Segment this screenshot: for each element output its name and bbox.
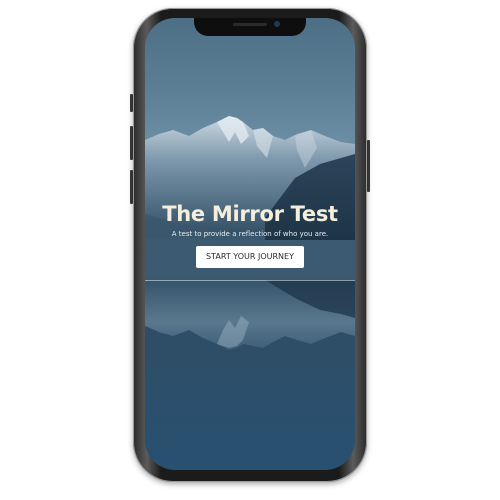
front-camera xyxy=(274,21,280,27)
hero-section: The Mirror Test A test to provide a refl… xyxy=(145,18,355,470)
phone-notch xyxy=(194,18,306,36)
start-journey-button[interactable]: START YOUR JOURNEY xyxy=(196,246,304,268)
power-button xyxy=(367,140,370,192)
earpiece-speaker xyxy=(233,23,267,26)
phone-screen: The Mirror Test A test to provide a refl… xyxy=(145,18,355,470)
horizon-divider xyxy=(145,280,355,281)
page-subtitle: A test to provide a reflection of who yo… xyxy=(171,230,329,238)
page-title: The Mirror Test xyxy=(162,202,338,226)
